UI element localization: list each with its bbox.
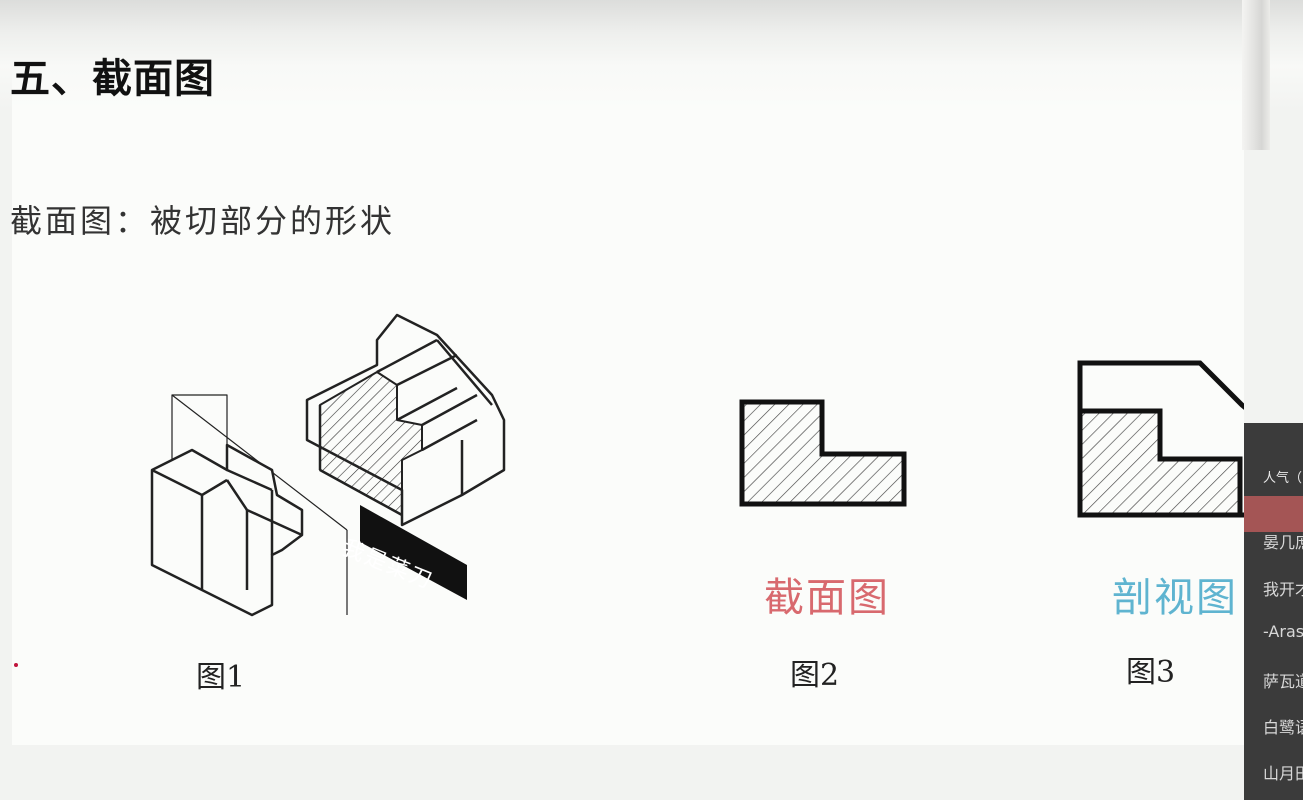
- chat-highlight-row[interactable]: [1244, 496, 1303, 532]
- chat-item[interactable]: -Aras: [1263, 622, 1303, 641]
- section-view-label: 截面图: [764, 575, 890, 621]
- slide-subtitle: 截面图：被切部分的形状: [10, 202, 396, 240]
- chat-item[interactable]: 白鹭语: [1263, 714, 1303, 738]
- chat-item[interactable]: 晏几庶: [1263, 529, 1303, 553]
- pointer-dot: [14, 663, 18, 667]
- chat-item[interactable]: 我开才: [1263, 576, 1303, 600]
- sectional-view-label: 剖视图: [1112, 575, 1238, 621]
- figure-1-caption: 图1: [196, 660, 246, 695]
- webcam-strip: [1242, 0, 1270, 150]
- chat-panel[interactable]: 人气（ 晏几庶 我开才 -Aras 萨瓦道 白鹭语 山月田: [1244, 423, 1303, 800]
- chat-header: 人气（: [1263, 471, 1303, 486]
- figure-2-drawing: [739, 399, 907, 507]
- slide: 我是菜刀 图1 截面图 图2 剖视图 图3: [12, 0, 1244, 745]
- figure-3-drawing: [1077, 360, 1244, 518]
- page-title: 五、截面图: [10, 56, 215, 102]
- chat-item[interactable]: 萨瓦道: [1263, 668, 1303, 692]
- figure-1-drawing: [150, 313, 506, 617]
- figure-3-caption: 图3: [1126, 655, 1176, 690]
- figure-2-caption: 图2: [790, 658, 840, 693]
- chat-item[interactable]: 山月田: [1263, 760, 1303, 784]
